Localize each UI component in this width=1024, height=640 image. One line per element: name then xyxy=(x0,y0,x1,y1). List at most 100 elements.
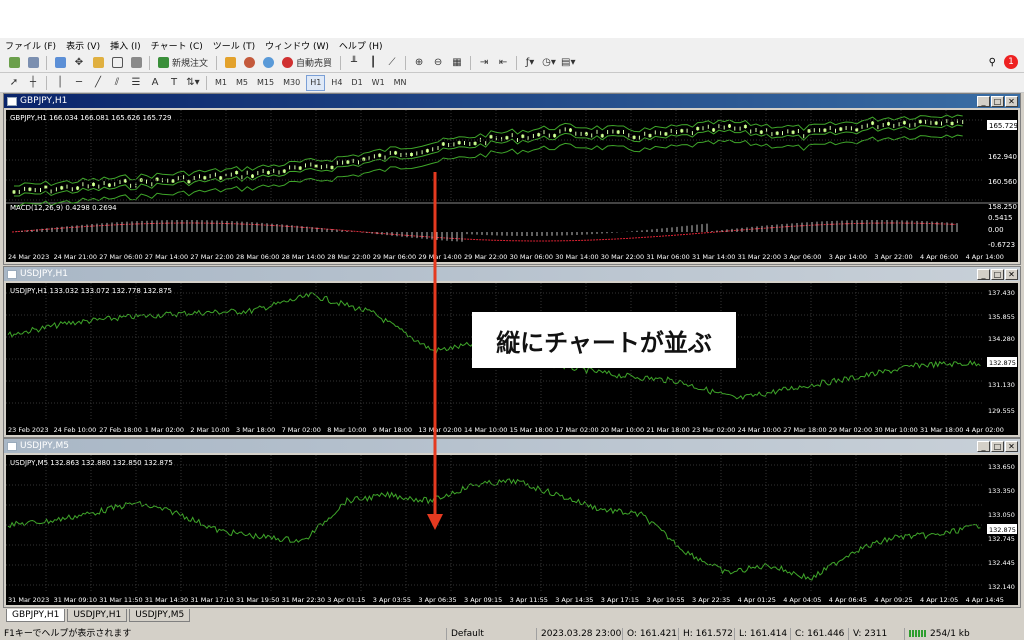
minimize-button[interactable]: _ xyxy=(977,95,990,107)
menu-tools[interactable]: ツール (T) xyxy=(208,39,260,52)
time-label: 29 Mar 06:00 xyxy=(373,253,416,261)
horizontal-line-icon[interactable]: ─ xyxy=(71,75,87,91)
tab-gbpjpy-h1[interactable]: GBPJPY,H1 xyxy=(6,609,66,622)
chart-window-title: USDJPY,M5 xyxy=(20,441,69,451)
menu-help[interactable]: ヘルプ (H) xyxy=(334,39,388,52)
channel-icon[interactable]: ⫽ xyxy=(109,75,125,91)
timeframe-w1[interactable]: W1 xyxy=(369,75,388,91)
tile-windows-icon[interactable]: ▦ xyxy=(449,55,465,71)
close-button[interactable]: ✕ xyxy=(1005,268,1018,280)
chart-window-titlebar[interactable]: USDJPY,H1 _ □ ✕ xyxy=(4,267,1020,281)
time-label: 31 Mar 17:10 xyxy=(190,596,233,604)
time-label: 3 Apr 14:35 xyxy=(555,596,593,604)
notification-badge[interactable]: 1 xyxy=(1004,55,1018,69)
line-chart-icon[interactable]: ⟋ xyxy=(384,55,400,71)
time-label: 2 Mar 10:00 xyxy=(190,426,229,434)
bollinger-middle xyxy=(13,124,963,197)
vertical-line-icon[interactable]: │ xyxy=(52,75,68,91)
tab-usdjpy-h1[interactable]: USDJPY,H1 xyxy=(67,609,128,622)
timeframe-d1[interactable]: D1 xyxy=(348,75,365,91)
chart-window-gbpjpy-h1[interactable]: GBPJPY,H1 _ □ ✕ GBPJPY,H1 166.034 166.081 … xyxy=(3,93,1021,265)
cursor-icon[interactable]: ➚ xyxy=(6,75,22,91)
menu-file[interactable]: ファイル (F) xyxy=(0,39,61,52)
profiles-icon[interactable] xyxy=(25,55,41,71)
signals-icon[interactable] xyxy=(260,55,276,71)
timeframe-m1[interactable]: M1 xyxy=(212,75,230,91)
time-label: 3 Mar 18:00 xyxy=(236,426,275,434)
time-label: 4 Apr 06:45 xyxy=(829,596,867,604)
close-button[interactable]: ✕ xyxy=(1005,95,1018,107)
timeframe-m15[interactable]: M15 xyxy=(254,75,277,91)
timeframe-m30[interactable]: M30 xyxy=(280,75,303,91)
chart-window-title: USDJPY,H1 xyxy=(20,269,68,279)
timeframe-m5[interactable]: M5 xyxy=(233,75,251,91)
bar-chart-icon[interactable]: ╨ xyxy=(346,55,362,71)
chart-canvas[interactable]: USDJPY,M5 132.863 132.880 132.850 132.87… xyxy=(6,455,1018,605)
drawing-toolbar: ➚ ┼ │ ─ ╱ ⫽ ☰ A T ⇅▾ M1 M5 M15 M30 H1 H4… xyxy=(0,73,1024,93)
crosshair-icon[interactable]: ┼ xyxy=(25,75,41,91)
chart-window-titlebar[interactable]: GBPJPY,H1 _ □ ✕ xyxy=(4,94,1020,108)
menu-insert[interactable]: 挿入 (I) xyxy=(105,39,146,52)
status-close: C: 161.446 xyxy=(790,627,848,640)
templates-icon[interactable]: ▤▾ xyxy=(560,55,576,71)
periods-icon[interactable]: ◷▾ xyxy=(541,55,557,71)
timeframe-h1[interactable]: H1 xyxy=(306,74,326,91)
tester-icon[interactable] xyxy=(128,55,144,71)
zoom-in-icon[interactable]: ⊕ xyxy=(411,55,427,71)
maximize-button[interactable]: □ xyxy=(991,268,1004,280)
menu-chart[interactable]: チャート (C) xyxy=(146,39,208,52)
terminal-icon[interactable] xyxy=(109,55,125,71)
time-label: 24 Mar 2023 xyxy=(8,253,49,261)
time-label: 3 Apr 01:15 xyxy=(327,596,365,604)
market-watch-icon[interactable] xyxy=(52,55,68,71)
menu-view[interactable]: 表示 (V) xyxy=(61,39,105,52)
candlestick-icon[interactable]: ┃ xyxy=(365,55,381,71)
time-label: 31 Mar 19:50 xyxy=(236,596,279,604)
fibonacci-icon[interactable]: ☰ xyxy=(128,75,144,91)
trendline-icon[interactable]: ╱ xyxy=(90,75,106,91)
timeframe-h4[interactable]: H4 xyxy=(328,75,345,91)
maximize-button[interactable]: □ xyxy=(991,95,1004,107)
zoom-out-icon[interactable]: ⊖ xyxy=(430,55,446,71)
price-label: 135.855 xyxy=(988,313,1015,321)
chart-window-titlebar[interactable]: USDJPY,M5 _ □ ✕ xyxy=(4,439,1020,453)
price-label: 132.445 xyxy=(988,559,1015,567)
indicators-icon[interactable]: ƒ▾ xyxy=(522,55,538,71)
new-chart-icon[interactable] xyxy=(6,55,22,71)
search-icon[interactable]: ⚲ xyxy=(989,57,996,68)
text-icon[interactable]: A xyxy=(147,75,163,91)
minimize-button[interactable]: _ xyxy=(977,440,990,452)
metaeditor-icon[interactable] xyxy=(222,55,238,71)
auto-scroll-icon[interactable]: ⇥ xyxy=(476,55,492,71)
close-button[interactable]: ✕ xyxy=(1005,440,1018,452)
new-order-button[interactable]: 新規注文 xyxy=(155,55,211,71)
chart-tabs: GBPJPY,H1 USDJPY,H1 USDJPY,M5 xyxy=(0,609,1024,623)
status-profile[interactable]: Default xyxy=(446,627,536,640)
time-label: 31 Mar 2023 xyxy=(8,596,49,604)
chart-canvas[interactable]: GBPJPY,H1 166.034 166.081 165.626 165.72… xyxy=(6,110,1018,262)
maximize-button[interactable]: □ xyxy=(991,440,1004,452)
data-window-icon[interactable]: ✥ xyxy=(71,55,87,71)
indicator-label: MACD(12,26,9) 0.4298 0.2694 xyxy=(10,204,117,212)
minimize-button[interactable]: _ xyxy=(977,268,990,280)
time-label: 3 Apr 17:15 xyxy=(601,596,639,604)
time-label: 31 Mar 22:30 xyxy=(282,596,325,604)
chart-svg[interactable]: USDJPY,M5 132.863 132.880 132.850 132.87… xyxy=(6,455,1018,605)
menu-window[interactable]: ウィンドウ (W) xyxy=(260,39,334,52)
chart-window-usdjpy-m5[interactable]: USDJPY,M5 _ □ ✕ USDJPY,M5 132.863 132.880 … xyxy=(3,438,1021,608)
chart-shift-icon[interactable]: ⇤ xyxy=(495,55,511,71)
navigator-icon[interactable] xyxy=(90,55,106,71)
auto-trade-button[interactable]: 自動売買 xyxy=(279,55,335,71)
label-icon[interactable]: T xyxy=(166,75,182,91)
chart-svg[interactable]: GBPJPY,H1 166.034 166.081 165.626 165.72… xyxy=(6,110,1018,262)
status-bar: F1キーでヘルプが表示されます Default 2023.03.28 23:00… xyxy=(0,627,1024,640)
time-label: 3 Apr 03:55 xyxy=(373,596,411,604)
experts-icon[interactable] xyxy=(241,55,257,71)
status-open: O: 161.421 xyxy=(622,627,678,640)
timeframe-mn[interactable]: MN xyxy=(391,75,410,91)
tab-usdjpy-m5[interactable]: USDJPY,M5 xyxy=(129,609,191,622)
arrows-icon[interactable]: ⇅▾ xyxy=(185,75,201,91)
price-label: 132.745 xyxy=(988,535,1015,543)
price-label: 129.555 xyxy=(988,407,1015,415)
time-label: 31 Mar 09:10 xyxy=(54,596,97,604)
